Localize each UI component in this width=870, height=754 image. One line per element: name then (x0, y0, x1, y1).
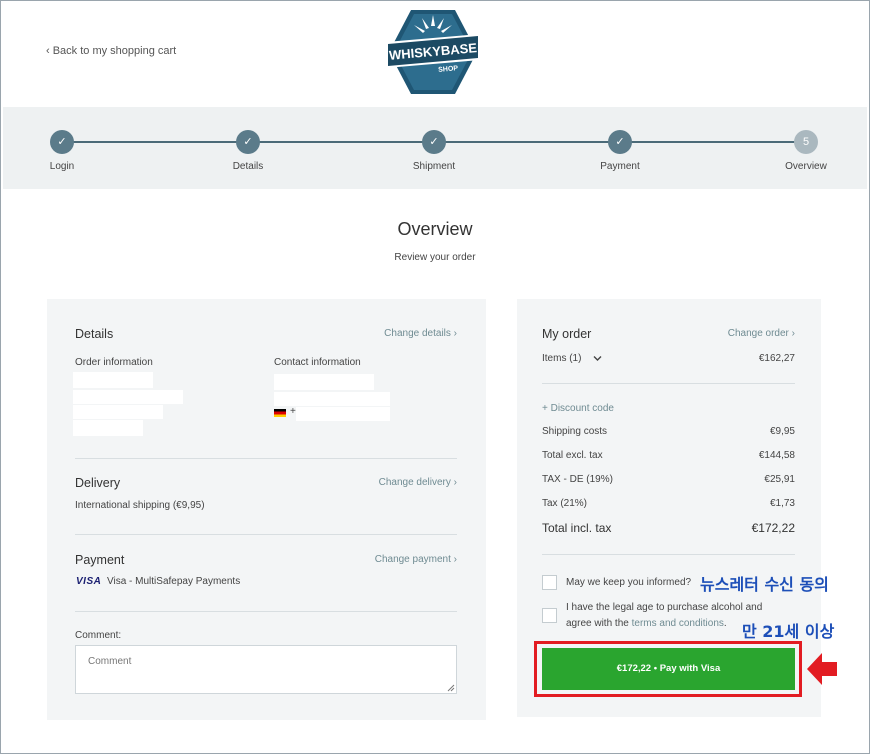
page-title: Overview (397, 219, 473, 239)
items-label: Items (1) (542, 353, 582, 364)
details-title: Details (75, 327, 114, 341)
page-subtitle: Review your order (394, 252, 476, 263)
change-order-link[interactable]: Change order › (690, 328, 795, 339)
step-label: Overview (785, 161, 827, 172)
summary-label: TAX - DE (19%) (542, 474, 613, 485)
divider (542, 554, 795, 555)
redacted-block (274, 392, 390, 406)
summary-row: TAX - DE (19%) €25,91 (542, 474, 795, 488)
contact-information-label: Contact information (274, 357, 361, 368)
my-order-title: My order (542, 327, 592, 341)
age-confirmation-line2: agree with the terms and conditions. (566, 618, 727, 629)
summary-row: Shipping costs €9,95 (542, 426, 795, 440)
summary-value: €25,91 (764, 474, 795, 485)
step-number: 5 (794, 130, 818, 154)
step-payment[interactable]: ✓ Payment (580, 130, 660, 172)
redacted-block (73, 420, 143, 436)
divider (75, 611, 457, 612)
change-payment-link[interactable]: Change payment › (330, 554, 457, 565)
step-overview: 5 Overview (766, 130, 846, 172)
summary-label: Tax (21%) (542, 498, 588, 509)
summary-value: €1,73 (769, 498, 795, 509)
payment-method: Visa - MultiSafepay Payments (107, 576, 241, 587)
total-label: Total incl. tax (542, 521, 612, 535)
left-arrow-icon (807, 653, 837, 685)
age-annotation: 만 21세 이상 (742, 622, 835, 641)
age-line2-prefix: agree with the (566, 618, 632, 629)
summary-value: €144,58 (758, 450, 795, 461)
phone-prefix: + (290, 406, 296, 417)
payment-title: Payment (75, 553, 125, 567)
summary-row: Tax (21%) €1,73 (542, 498, 795, 512)
step-login[interactable]: ✓ Login (22, 130, 102, 172)
step-details[interactable]: ✓ Details (208, 130, 288, 172)
age-line2-suffix: . (723, 618, 727, 629)
resize-handle-icon[interactable] (447, 684, 455, 692)
redacted-block (73, 390, 183, 404)
summary-row: Total excl. tax €144,58 (542, 450, 795, 464)
summary-label: Total excl. tax (542, 450, 603, 461)
newsletter-label: May we keep you informed? (566, 577, 692, 588)
newsletter-annotation: 뉴스레터 수신 동의 (700, 575, 829, 594)
terms-and-conditions-link[interactable]: terms and conditions (632, 618, 724, 629)
redacted-block (73, 405, 163, 419)
comment-input[interactable] (75, 645, 457, 694)
comment-label: Comment: (75, 630, 122, 641)
newsletter-checkbox[interactable] (542, 575, 557, 590)
pay-with-visa-button[interactable]: €172,22 • Pay with Visa (542, 648, 795, 690)
step-label: Login (49, 161, 75, 172)
total-row: Total incl. tax €172,22 (542, 521, 795, 537)
summary-value: €9,95 (769, 426, 795, 437)
step-label: Details (232, 161, 264, 172)
change-details-link[interactable]: Change details › (340, 328, 457, 339)
redacted-block (274, 374, 374, 390)
items-row[interactable]: Items (1) €162,27 (542, 353, 795, 367)
summary-label: Shipping costs (542, 426, 608, 437)
checkmark-icon: ✓ (236, 130, 260, 154)
germany-flag-icon (274, 409, 286, 417)
divider (75, 458, 457, 459)
checkmark-icon: ✓ (608, 130, 632, 154)
discount-code-link[interactable]: + Discount code (542, 403, 614, 414)
redacted-block (296, 407, 390, 421)
visa-logo-icon: VISA (76, 576, 102, 587)
redacted-block (73, 372, 153, 388)
step-shipment[interactable]: ✓ Shipment (394, 130, 474, 172)
delivery-title: Delivery (75, 476, 121, 490)
checkmark-icon: ✓ (50, 130, 74, 154)
age-confirmation-line1: I have the legal age to purchase alcohol… (566, 602, 763, 613)
step-label: Shipment (412, 161, 456, 172)
divider (75, 534, 457, 535)
checkmark-icon: ✓ (422, 130, 446, 154)
back-to-cart-link[interactable]: ‹ Back to my shopping cart (46, 45, 176, 57)
change-delivery-link[interactable]: Change delivery › (330, 477, 457, 488)
chevron-down-icon[interactable] (593, 355, 602, 362)
items-value: €162,27 (758, 353, 795, 364)
whiskybase-logo[interactable]: WHISKYBASE SHOP (384, 4, 482, 100)
age-confirmation-checkbox[interactable] (542, 608, 557, 623)
order-information-label: Order information (75, 357, 153, 368)
total-value: €172,22 (751, 521, 795, 535)
step-label: Payment (600, 161, 640, 172)
delivery-method: International shipping (€9,95) (75, 500, 205, 511)
divider (542, 383, 795, 384)
